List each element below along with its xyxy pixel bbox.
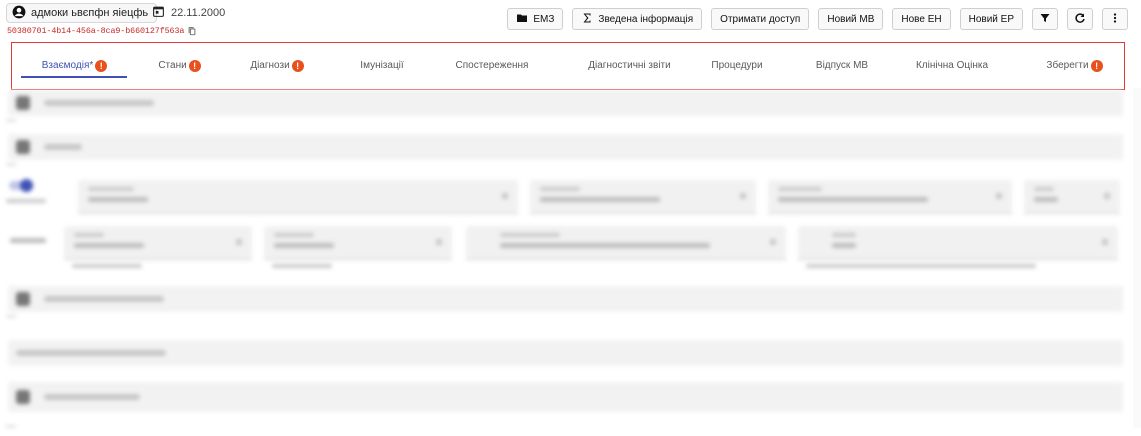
blurred-text: [44, 100, 154, 106]
section-icon: [16, 390, 30, 404]
refresh-button[interactable]: [1067, 8, 1093, 30]
tab-clinical-assessment[interactable]: Клінічна Оцінка: [897, 43, 1007, 88]
blurred-label: [8, 228, 58, 262]
blurred-field[interactable]: [530, 180, 756, 214]
blurred-section: [8, 134, 1123, 160]
blurred-form-area: [0, 88, 1141, 436]
filter-icon: [1039, 12, 1051, 27]
tab-label: Імунізації: [360, 60, 404, 71]
tab-label: Стани: [158, 60, 187, 71]
tab-label: Зберегти: [1046, 60, 1089, 71]
account-circle-icon: [12, 5, 26, 22]
date-text: 22.11.2000: [171, 7, 226, 19]
blurred-section: [8, 340, 1123, 366]
new-ep-button[interactable]: Новий ЕР: [959, 8, 1023, 30]
blurred-section: [8, 286, 1123, 312]
tab-diagnoses[interactable]: Діагнози !: [242, 43, 312, 88]
encounter-id: 50380701-4b14-456a-8ca9-b660127f563a: [7, 26, 197, 36]
uuid-text: 50380701-4b14-456a-8ca9-b660127f563a: [7, 26, 185, 36]
tab-label: Процедури: [711, 60, 763, 71]
summary-button-label: Зведена інформація: [598, 13, 694, 25]
emz-button[interactable]: ЕМЗ: [507, 8, 564, 30]
copy-icon[interactable]: [187, 26, 197, 36]
blurred-text: [44, 296, 164, 302]
error-badge: !: [188, 59, 201, 72]
new-ep-label: Новий ЕР: [968, 13, 1014, 25]
error-badge: !: [95, 59, 108, 72]
tab-diagnostic-reports[interactable]: Діагностичні звіти: [572, 43, 687, 88]
tab-label: Діагнози: [250, 60, 290, 71]
tab-label: Спостереження: [455, 60, 529, 71]
new-mv-button[interactable]: Новий МВ: [818, 8, 884, 30]
blurred-field[interactable]: [768, 180, 1012, 214]
new-mv-label: Новий МВ: [827, 13, 875, 25]
section-icon: [16, 292, 30, 306]
blurred-field[interactable]: [78, 180, 518, 214]
more-button[interactable]: [1102, 8, 1128, 30]
blurred-field[interactable]: [64, 226, 252, 260]
toggle-switch[interactable]: [9, 179, 33, 192]
tab-observations[interactable]: Спостереження: [442, 43, 542, 88]
blurred-text: [72, 264, 142, 268]
summary-button[interactable]: Зведена інформація: [572, 8, 703, 30]
active-tab-indicator: [21, 76, 127, 78]
blurred-text: [272, 264, 332, 268]
patient-name: адмоки ьвєпфн яіецфь: [31, 7, 149, 19]
tab-label: Взаємодія*: [41, 60, 94, 71]
tab-conditions[interactable]: Стани !: [147, 43, 212, 88]
blurred-section: [8, 90, 1123, 116]
new-eh-button[interactable]: Нове ЕН: [892, 8, 951, 30]
divider: [6, 316, 16, 317]
divider: [6, 426, 16, 427]
tab-procedures[interactable]: Процедури: [697, 43, 777, 88]
tab-interaction[interactable]: Взаємодія* !: [22, 43, 127, 88]
divider: [6, 164, 16, 165]
blurred-field[interactable]: [466, 226, 786, 260]
calendar-icon: [152, 5, 165, 21]
tab-label: Діагностичні звіти: [588, 60, 671, 71]
emz-button-label: ЕМЗ: [533, 13, 555, 25]
tab-immunizations[interactable]: Імунізації: [342, 43, 422, 88]
blurred-section: [8, 382, 1123, 412]
tab-medication-dispense[interactable]: Відпуск МВ: [802, 43, 882, 88]
blurred-text: [44, 394, 140, 400]
get-access-label: Отримати доступ: [720, 13, 801, 25]
toolbar: ЕМЗ Зведена інформація Отримати доступ Н…: [507, 8, 1128, 30]
tab-label: Клінічна Оцінка: [915, 60, 989, 71]
tab-label: Відпуск МВ: [815, 60, 869, 71]
blurred-field[interactable]: [264, 226, 452, 260]
get-access-button[interactable]: Отримати доступ: [711, 8, 810, 30]
blurred-text: [6, 199, 46, 203]
blurred-text: [16, 350, 166, 356]
new-eh-label: Нове ЕН: [901, 13, 942, 25]
more-vert-icon: [1109, 12, 1121, 27]
scrollbar[interactable]: [1133, 88, 1141, 428]
error-badge: !: [291, 59, 304, 72]
sigma-icon: [581, 12, 593, 27]
section-icon: [16, 96, 30, 110]
tabs-bar: Взаємодія* ! Стани ! Діагнози ! Імунізац…: [11, 42, 1125, 90]
blurred-text: [806, 264, 1036, 268]
filter-button[interactable]: [1032, 8, 1058, 30]
divider: [6, 120, 16, 121]
encounter-date: 22.11.2000: [152, 5, 225, 21]
section-icon: [16, 140, 30, 154]
blurred-field[interactable]: [798, 226, 1118, 260]
blurred-text: [44, 144, 82, 150]
refresh-icon: [1074, 12, 1086, 27]
blurred-field[interactable]: [1024, 180, 1120, 214]
tab-save[interactable]: Зберегти !: [1037, 43, 1112, 88]
folder-icon: [516, 12, 528, 27]
patient-button[interactable]: адмоки ьвєпфн яіецфь: [6, 3, 158, 23]
error-badge: !: [1090, 59, 1103, 72]
